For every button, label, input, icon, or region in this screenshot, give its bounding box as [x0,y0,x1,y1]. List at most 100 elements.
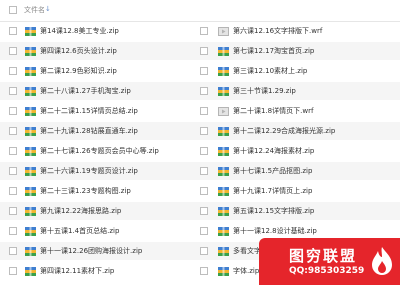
video-file-icon [218,106,229,116]
zip-archive-icon [218,126,229,136]
file-name[interactable]: 第二十八课1.27手机淘宝.zip [40,86,131,96]
file-row: 第二十六课1.19专题页设计.zip 第十七课1.5产品抠图.zip [0,162,400,180]
file-name[interactable]: 第十课12.24海报素材.zip [233,146,314,156]
file-checkbox[interactable] [200,87,208,95]
file-name[interactable]: 第二十九课1.28钻展直通车.zip [40,126,138,136]
file-checkbox[interactable] [9,147,17,155]
file-name[interactable]: 第二十七课1.26专题页会员中心等.zip [40,146,159,156]
file-checkbox[interactable] [200,47,208,55]
zip-archive-icon [25,106,36,116]
file-item[interactable]: 第十一课12.26团购海报设计.zip [0,242,200,260]
file-checkbox[interactable] [200,247,208,255]
select-all-checkbox[interactable] [9,6,17,14]
file-item[interactable]: 第14课12.8美工专业.zip [0,22,200,40]
file-checkbox[interactable] [9,247,17,255]
file-checkbox[interactable] [200,167,208,175]
file-checkbox[interactable] [9,107,17,115]
file-name[interactable]: 第十二课12.29合成海报光源.zip [233,126,335,136]
video-file-icon [218,26,229,36]
file-name[interactable]: 第二十三课1.23专题构图.zip [40,186,131,196]
file-name[interactable]: 第二十课1.8详情页下.wrf [233,106,313,116]
zip-archive-icon [25,246,36,256]
file-checkbox[interactable] [200,267,208,275]
file-name[interactable]: 第九课12.22海报思路.zip [40,206,121,216]
file-checkbox[interactable] [9,127,17,135]
file-name[interactable]: 第二十二课1.15详情页总结.zip [40,106,138,116]
file-item[interactable]: 第二十六课1.19专题页设计.zip [0,162,200,180]
file-item[interactable]: 第四课12.6页头设计.zip [0,42,200,60]
file-row: 第四课12.6页头设计.zip 第七课12.17淘宝首页.zip [0,42,400,60]
file-checkbox[interactable] [9,207,17,215]
file-checkbox[interactable] [200,207,208,215]
file-item[interactable]: 第四课12.11素材下.zip [0,262,200,280]
file-checkbox[interactable] [9,267,17,275]
zip-archive-icon [25,226,36,236]
file-name[interactable]: 第二课12.9色彩知识.zip [40,66,117,76]
file-item[interactable]: 第二十二课1.15详情页总结.zip [0,102,200,120]
file-checkbox[interactable] [200,187,208,195]
file-item[interactable]: 第九课12.22海报思路.zip [0,202,200,220]
file-checkbox[interactable] [9,187,17,195]
file-item[interactable]: 第五课12.15文字排版.zip [200,202,400,220]
file-name[interactable]: 第四课12.11素材下.zip [40,266,114,276]
zip-archive-icon [25,206,36,216]
zip-archive-icon [218,166,229,176]
file-item[interactable]: 第二课12.9色彩知识.zip [0,62,200,80]
filename-column-header[interactable]: 文件名 [24,5,45,15]
file-item[interactable]: 第二十九课1.28钻展直通车.zip [0,122,200,140]
file-item[interactable]: 第十课12.24海报素材.zip [200,142,400,160]
zip-archive-icon [218,86,229,96]
file-name[interactable]: 第14课12.8美工专业.zip [40,26,119,36]
file-name[interactable]: 字体.zip [233,266,259,276]
file-name[interactable]: 第十七课1.5产品抠图.zip [233,166,312,176]
file-name[interactable]: 第十一课12.8设计基础.zip [233,226,317,236]
file-checkbox[interactable] [9,87,17,95]
file-checkbox[interactable] [9,67,17,75]
file-item[interactable]: 第十七课1.5产品抠图.zip [200,162,400,180]
file-name[interactable]: 第七课12.17淘宝首页.zip [233,46,314,56]
file-row: 第二十三课1.23专题构图.zip 第十九课1.7详情页上.zip [0,182,400,200]
file-item[interactable]: 第三课12.10素材上.zip [200,62,400,80]
file-name[interactable]: 第十九课1.7详情页上.zip [233,186,312,196]
zip-archive-icon [25,146,36,156]
file-item[interactable]: 第十五课1.4首页总结.zip [0,222,200,240]
file-name[interactable]: 第十五课1.4首页总结.zip [40,226,119,236]
file-checkbox[interactable] [200,147,208,155]
file-name[interactable]: 第三十节课1.29.zip [233,86,296,96]
file-checkbox[interactable] [9,27,17,35]
file-row: 第二十七课1.26专题页会员中心等.zip 第十课12.24海报素材.zip [0,142,400,160]
file-name[interactable]: 第四课12.6页头设计.zip [40,46,117,56]
zip-archive-icon [218,146,229,156]
file-name[interactable]: 第十一课12.26团购海报设计.zip [40,246,142,256]
file-checkbox[interactable] [9,227,17,235]
file-checkbox[interactable] [200,27,208,35]
file-item[interactable]: 第三十节课1.29.zip [200,82,400,100]
file-row: 第二十九课1.28钻展直通车.zip 第十二课12.29合成海报光源.zip [0,122,400,140]
file-checkbox[interactable] [200,107,208,115]
file-checkbox[interactable] [200,227,208,235]
file-row: 第二课12.9色彩知识.zip 第三课12.10素材上.zip [0,62,400,80]
file-item[interactable]: 第二十七课1.26专题页会员中心等.zip [0,142,200,160]
file-row: 第九课12.22海报思路.zip 第五课12.15文字排版.zip [0,202,400,220]
file-item[interactable]: 第二十课1.8详情页下.wrf [200,102,400,120]
file-name[interactable]: 第三课12.10素材上.zip [233,66,307,76]
file-item[interactable]: 第七课12.17淘宝首页.zip [200,42,400,60]
file-checkbox[interactable] [9,167,17,175]
file-name[interactable]: 第六课12.16文字排版下.wrf [233,26,322,36]
zip-archive-icon [25,26,36,36]
file-item[interactable]: 第二十八课1.27手机淘宝.zip [0,82,200,100]
zip-archive-icon [218,206,229,216]
file-item[interactable]: 第十二课12.29合成海报光源.zip [200,122,400,140]
sort-down-icon[interactable]: ↓ [45,5,51,13]
file-name[interactable]: 第二十六课1.19专题页设计.zip [40,166,138,176]
zip-archive-icon [25,266,36,276]
file-checkbox[interactable] [9,47,17,55]
file-item[interactable]: 第六课12.16文字排版下.wrf [200,22,400,40]
file-item[interactable]: 第十九课1.7详情页上.zip [200,182,400,200]
zip-archive-icon [218,226,229,236]
file-row: 第二十八课1.27手机淘宝.zip 第三十节课1.29.zip [0,82,400,100]
file-checkbox[interactable] [200,127,208,135]
file-checkbox[interactable] [200,67,208,75]
file-item[interactable]: 第二十三课1.23专题构图.zip [0,182,200,200]
file-name[interactable]: 第五课12.15文字排版.zip [233,206,314,216]
